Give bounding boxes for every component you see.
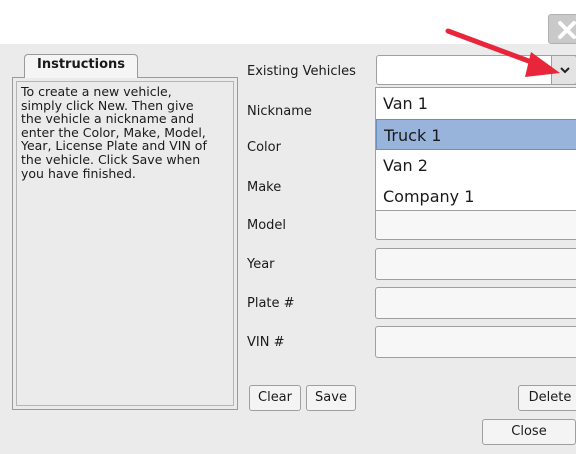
annotation-arrow-icon (445, 28, 560, 77)
